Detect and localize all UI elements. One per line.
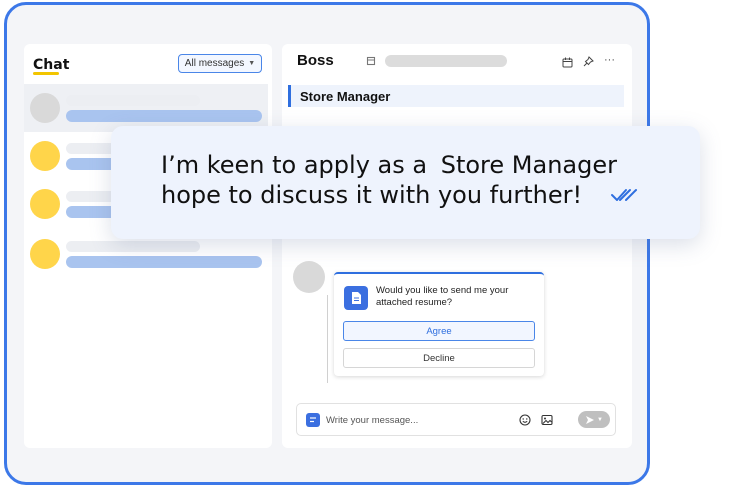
more-icon[interactable]: ···: [604, 54, 615, 66]
thread-line: [327, 295, 328, 383]
message-input[interactable]: [326, 413, 506, 427]
avatar: [30, 93, 60, 123]
quick-reply-icon[interactable]: [306, 413, 320, 427]
avatar: [293, 261, 325, 293]
document-icon: [344, 286, 368, 310]
building-icon: [366, 56, 376, 66]
image-icon[interactable]: [541, 414, 553, 426]
conversation-item[interactable]: [24, 84, 268, 132]
avatar: [30, 141, 60, 171]
callout-line-2: hope to discuss it with you further!: [161, 181, 583, 209]
send-button[interactable]: ▼: [578, 411, 610, 428]
message-composer: ▼: [296, 403, 616, 436]
pin-icon[interactable]: [583, 56, 594, 67]
double-check-icon: [611, 189, 637, 201]
calendar-icon[interactable]: [562, 57, 573, 68]
conversation-preview-placeholder: [66, 256, 262, 268]
callout-line-1: I’m keen to apply as a Store Manager: [161, 151, 617, 179]
conversation-name-placeholder: [66, 95, 200, 106]
conversation-preview-placeholder: [66, 110, 262, 122]
resume-request-text: Would you like to send me your attached …: [376, 285, 509, 308]
message-callout: I’m keen to apply as a Store Manager hop…: [111, 126, 700, 239]
message-filter-dropdown[interactable]: All messages ▼: [178, 54, 262, 73]
chat-title-underline: [33, 72, 59, 75]
job-title: Store Manager: [300, 89, 391, 104]
conversation-name-placeholder: [66, 241, 200, 252]
chevron-down-icon: ▼: [248, 60, 256, 67]
contact-name: Boss: [297, 52, 334, 69]
emoji-icon[interactable]: [519, 414, 531, 426]
callout-prefix: I’m keen to apply as a: [161, 151, 428, 179]
avatar: [30, 239, 60, 269]
callout-role: Store Manager: [440, 151, 617, 179]
resume-request-card: Would you like to send me your attached …: [334, 272, 544, 376]
decline-button[interactable]: Decline: [343, 348, 535, 368]
job-title-bar: Store Manager: [288, 85, 624, 107]
chevron-down-icon: ▼: [597, 416, 603, 423]
avatar: [30, 189, 60, 219]
message-filter-label: All messages: [184, 58, 245, 69]
send-icon: [586, 415, 595, 424]
chat-title: Chat: [33, 57, 70, 73]
agree-button[interactable]: Agree: [343, 321, 535, 341]
contact-detail-placeholder: [385, 55, 507, 67]
